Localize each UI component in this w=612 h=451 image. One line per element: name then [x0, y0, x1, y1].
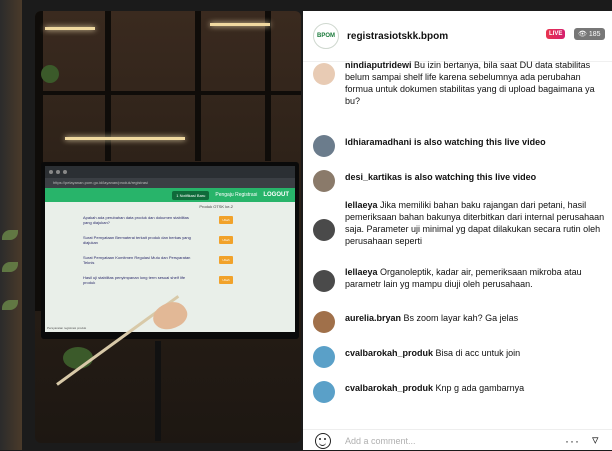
avatar[interactable]	[313, 311, 335, 333]
browser-tabs	[45, 166, 295, 178]
ceiling-light	[45, 27, 95, 30]
form-question: Apakah ada perubahan data produk dan dok…	[83, 215, 189, 225]
form-button: Ubah	[219, 256, 233, 264]
comment-username[interactable]: cvalbarokah_produk	[345, 383, 433, 393]
comment-username[interactable]: lellaeya	[345, 200, 378, 210]
avatar[interactable]	[313, 346, 335, 368]
comment-username[interactable]: desi_kartikas	[345, 172, 402, 182]
comment-item: lellaeya Organoleptik, kadar air, pemeri…	[313, 266, 612, 292]
form-row: Surat Pernyataan Komitmen Regulasi Mutu …	[83, 255, 233, 265]
plant-leaf	[2, 300, 18, 310]
site-header: 1 Notifikasi Baru Pengaju Registrasi LOG…	[45, 188, 295, 202]
comment-username[interactable]: nindiaputridewi	[345, 60, 412, 70]
comment-item: desi_kartikas is also watching this live…	[313, 166, 612, 192]
live-comments-panel: BPOM registrasiotskk.bpom LIVE 👁 185 nin…	[303, 11, 612, 450]
comment-item: cvalbarokah_produk Knp g ada gambarnya	[313, 377, 612, 403]
screen-footer: Persyaratan registrasi produk	[47, 326, 87, 330]
account-avatar[interactable]: BPOM	[313, 23, 339, 49]
comment-username[interactable]: lellaeya	[345, 267, 378, 277]
live-badge: LIVE	[546, 29, 566, 39]
comment-item: nindiaputridewi Bu izin bertanya, bila s…	[313, 59, 612, 107]
browser-url: https://pelayanan.pom.go.id/layanan/prod…	[45, 178, 295, 188]
ceiling-light	[65, 137, 185, 140]
viewer-count: 👁 185	[574, 28, 605, 40]
avatar[interactable]	[313, 63, 335, 85]
comment-text: Jika memiliki bahan baku rajangan dari p…	[345, 200, 605, 246]
monitor-stand	[155, 341, 161, 441]
form-row: Apakah ada perubahan data produk dan dok…	[83, 215, 233, 225]
comment-input[interactable]: Add a comment...	[345, 436, 416, 446]
live-header: BPOM registrasiotskk.bpom LIVE 👁 185	[303, 11, 612, 62]
shelf	[35, 91, 301, 95]
live-video[interactable]: https://pelayanan.pom.go.id/layanan/prod…	[35, 11, 301, 443]
comment-username[interactable]: aurelia.bryan	[345, 313, 401, 323]
plant	[41, 65, 59, 83]
form-button: Ubah	[219, 216, 233, 224]
avatar[interactable]	[313, 270, 335, 292]
notification-pill: 1 Notifikasi Baru	[172, 190, 210, 200]
requirements-form: Produk OTSK ke-2 Apakah ada perubahan da…	[83, 204, 233, 295]
shelf	[195, 11, 201, 161]
eye-icon: 👁	[578, 31, 587, 38]
comment-item: aurelia.bryan Bs zoom layar kah? Ga jela…	[313, 307, 612, 333]
comment-text: Knp g ada gambarnya	[435, 383, 525, 393]
form-question: Surat Pernyataan Komitmen Regulasi Mutu …	[83, 255, 191, 265]
more-options-icon[interactable]: ···	[565, 434, 580, 448]
form-row: Hasil uji stabilitas penyimpanan long te…	[83, 275, 233, 285]
comment-text: Organoleptik, kadar air, pemeriksaan mik…	[345, 267, 582, 289]
comment-item: cvalbarokah_produk Bisa di acc untuk joi…	[313, 342, 612, 368]
send-icon[interactable]: ▿	[592, 432, 599, 448]
shelf	[265, 11, 271, 161]
logout-link: LOGOUT	[263, 192, 289, 198]
comment-text: is also watching this live video	[414, 137, 546, 147]
comment-username[interactable]: ldhiaramadhani	[345, 137, 412, 147]
viewer-count-value: 185	[588, 30, 601, 38]
form-header: Produk OTSK ke-2	[199, 204, 233, 209]
user-label: Pengaju Registrasi	[215, 192, 258, 198]
form-button: Ubah	[219, 236, 233, 244]
plant-leaf	[2, 230, 18, 240]
avatar[interactable]	[313, 219, 335, 241]
previous-frame-peek	[0, 0, 22, 450]
comment-text: is also watching this live video	[404, 172, 537, 182]
form-question: Surat Pernyataan Bermaterai terkait prod…	[83, 235, 191, 245]
comment-username[interactable]: cvalbarokah_produk	[345, 348, 433, 358]
form-question: Hasil uji stabilitas penyimpanan long te…	[83, 275, 186, 285]
emoji-icon[interactable]	[315, 432, 331, 449]
plant-leaf	[2, 262, 18, 272]
comment-composer: Add a comment... ··· ▿	[303, 429, 612, 451]
form-button: Ubah	[219, 276, 233, 284]
comment-item: ldhiaramadhani is also watching this liv…	[313, 131, 612, 157]
account-username[interactable]: registrasiotskk.bpom	[347, 31, 448, 42]
comment-text: Bs zoom layar kah? Ga jelas	[403, 313, 519, 323]
ceiling-light	[210, 23, 270, 26]
avatar[interactable]	[313, 381, 335, 403]
avatar[interactable]	[313, 135, 335, 157]
avatar[interactable]	[313, 170, 335, 192]
form-row: Surat Pernyataan Bermaterai terkait prod…	[83, 235, 233, 245]
comment-item: lellaeya Jika memiliki bahan baku rajang…	[313, 199, 612, 247]
comment-text: Bisa di acc untuk join	[435, 348, 521, 358]
